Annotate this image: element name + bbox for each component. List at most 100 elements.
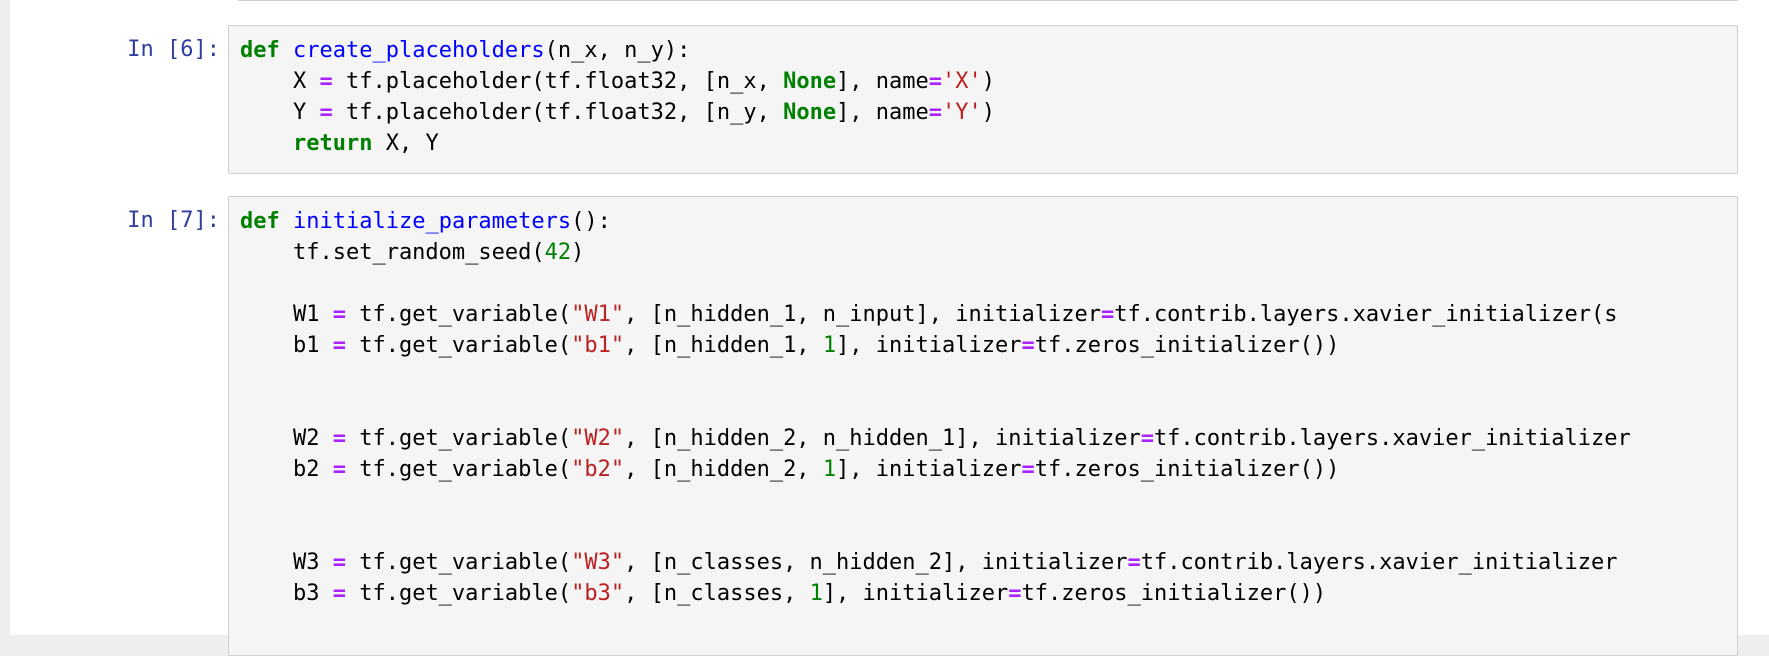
code-token: (): xyxy=(571,209,611,234)
code-input-area[interactable]: def create_placeholders(n_x, n_y): X = t… xyxy=(228,25,1738,174)
code-block[interactable]: def create_placeholders(n_x, n_y): X = t… xyxy=(229,26,1737,159)
number-token: 1 xyxy=(822,457,837,482)
code-token: W2 xyxy=(240,426,333,451)
operator-token: = xyxy=(1021,333,1035,358)
code-token: X xyxy=(240,69,320,94)
code-token: tf.contrib.layers.xavier_initializer xyxy=(1153,426,1631,451)
code-token: W1 xyxy=(240,302,333,327)
operator-token: = xyxy=(1008,581,1022,606)
code-token: , [n_hidden_2, xyxy=(624,457,823,482)
code-token: tf.zeros_initializer()) xyxy=(1034,457,1340,482)
operator-token: = xyxy=(928,100,943,125)
code-token: tf.placeholder(tf.float32, [n_y, xyxy=(332,100,784,125)
keyword-token: None xyxy=(783,69,837,94)
code-token: tf.get_variable( xyxy=(345,457,572,482)
code-token: , [n_hidden_1, xyxy=(624,333,823,358)
code-line: b1 = tf.get_variable("b1", [n_hidden_1, … xyxy=(240,330,1737,361)
code-token: b3 xyxy=(240,581,333,606)
code-input-area[interactable]: def initialize_parameters(): tf.set_rand… xyxy=(228,196,1738,656)
string-token: "b1" xyxy=(571,333,625,358)
code-token: ], initializer xyxy=(836,333,1022,358)
code-token: ], initializer xyxy=(822,581,1009,606)
operator-token: = xyxy=(332,333,346,358)
code-token: , [n_classes, xyxy=(624,581,810,606)
code-token: tf.zeros_initializer()) xyxy=(1021,581,1327,606)
function-name-token: create_placeholders xyxy=(293,38,545,63)
code-line: X = tf.placeholder(tf.float32, [n_x, Non… xyxy=(240,66,1737,97)
cell-prompt: In [7]: xyxy=(127,208,220,233)
code-token: tf.get_variable( xyxy=(345,333,572,358)
code-token: tf.set_random_seed( xyxy=(240,240,545,265)
code-cell[interactable]: In [7]: def initialize_parameters(): tf.… xyxy=(10,196,1769,656)
code-token: ], name xyxy=(836,69,929,94)
operator-token: = xyxy=(332,581,346,606)
operator-token: = xyxy=(319,100,333,125)
operator-token: = xyxy=(1100,302,1115,327)
operator-token: = xyxy=(319,69,333,94)
code-line: b3 = tf.get_variable("b3", [n_classes, 1… xyxy=(240,578,1737,609)
code-token: ], name xyxy=(836,100,929,125)
code-token: tf.zeros_initializer()) xyxy=(1034,333,1340,358)
number-token: 42 xyxy=(544,240,572,265)
code-line: tf.set_random_seed(42) xyxy=(240,237,1737,268)
code-token: (n_x, n_y): xyxy=(544,38,691,63)
string-token: "W1" xyxy=(571,302,625,327)
code-line: return X, Y xyxy=(240,128,1737,159)
keyword-token: None xyxy=(783,100,837,125)
keyword-token: def xyxy=(240,38,280,63)
operator-token: = xyxy=(332,426,346,451)
operator-token: = xyxy=(332,302,346,327)
operator-token: = xyxy=(332,550,346,575)
cell-prompt: In [6]: xyxy=(127,37,220,62)
number-token: 1 xyxy=(822,333,837,358)
code-line: def create_placeholders(n_x, n_y): xyxy=(240,35,1737,66)
previous-cell-border xyxy=(238,0,1738,1)
string-token: 'X' xyxy=(942,69,982,94)
number-token: 1 xyxy=(809,581,823,606)
code-line: W2 = tf.get_variable("W2", [n_hidden_2, … xyxy=(240,423,1737,454)
operator-token: = xyxy=(332,457,346,482)
code-token: tf.get_variable( xyxy=(345,426,572,451)
code-token: tf.get_variable( xyxy=(345,581,572,606)
string-token: "b3" xyxy=(571,581,625,606)
code-token: tf.placeholder(tf.float32, [n_x, xyxy=(332,69,784,94)
string-token: 'Y' xyxy=(942,100,982,125)
keyword-token: return xyxy=(292,131,373,156)
code-token: tf.contrib.layers.xavier_initializer xyxy=(1140,550,1618,575)
operator-token: = xyxy=(1140,426,1154,451)
code-line: W1 = tf.get_variable("W1", [n_hidden_1, … xyxy=(240,299,1737,330)
code-token: ], initializer xyxy=(836,457,1022,482)
code-token: ) xyxy=(981,100,996,125)
code-token: b2 xyxy=(240,457,333,482)
code-line: def initialize_parameters(): xyxy=(240,206,1737,237)
code-token: ) xyxy=(981,69,996,94)
operator-token: = xyxy=(928,69,943,94)
code-token: tf.contrib.layers.xavier_initializer(s xyxy=(1114,302,1618,327)
operator-token: = xyxy=(1127,550,1141,575)
code-token: Y xyxy=(240,100,320,125)
code-token: tf.get_variable( xyxy=(345,550,572,575)
notebook-page: In [6]: def create_placeholders(n_x, n_y… xyxy=(10,0,1769,656)
code-line: b2 = tf.get_variable("b2", [n_hidden_2, … xyxy=(240,454,1737,485)
code-block[interactable]: def initialize_parameters(): tf.set_rand… xyxy=(229,197,1737,609)
string-token: "W3" xyxy=(571,550,625,575)
string-token: "W2" xyxy=(571,426,625,451)
string-token: "b2" xyxy=(571,457,625,482)
code-token: tf.get_variable( xyxy=(345,302,572,327)
function-name-token: initialize_parameters xyxy=(293,209,572,234)
code-cell[interactable]: In [6]: def create_placeholders(n_x, n_y… xyxy=(10,25,1769,175)
code-token: X, Y xyxy=(372,131,439,156)
code-token: , [n_classes, n_hidden_2], initializer xyxy=(624,550,1128,575)
code-line: W3 = tf.get_variable("W3", [n_classes, n… xyxy=(240,547,1737,578)
keyword-token: def xyxy=(240,209,280,234)
code-token: , [n_hidden_2, n_hidden_1], initializer xyxy=(624,426,1141,451)
code-token: b1 xyxy=(240,333,333,358)
code-token: W3 xyxy=(240,550,333,575)
code-token: , [n_hidden_1, n_input], initializer xyxy=(624,302,1101,327)
